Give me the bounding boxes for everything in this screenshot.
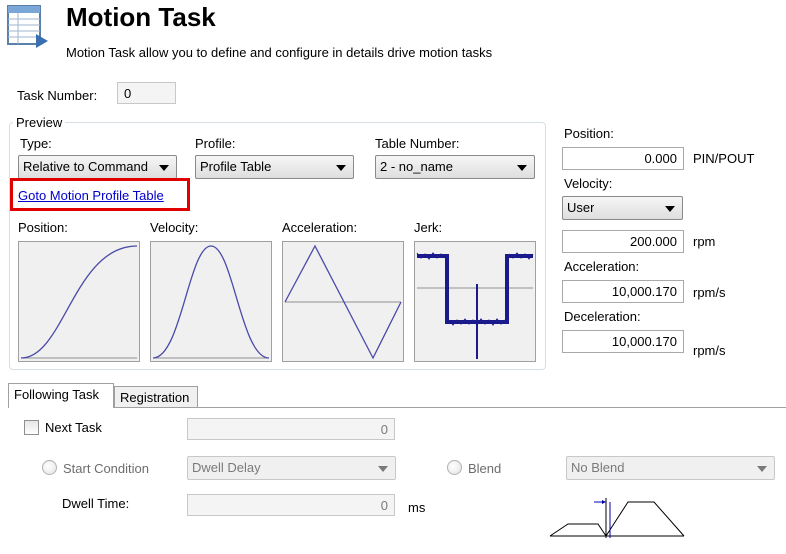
jerk-plot-label: Jerk: [414, 220, 443, 235]
task-number-label: Task Number: [17, 88, 98, 103]
type-dropdown-value: Relative to Command [23, 159, 148, 174]
position-plot [18, 241, 140, 362]
chevron-down-icon [378, 466, 388, 472]
chevron-down-icon [159, 165, 169, 171]
page-title: Motion Task [66, 2, 216, 32]
deceleration-unit: rpm/s [693, 343, 726, 358]
dwell-time-field: 0 [187, 494, 395, 516]
deceleration-input[interactable]: 10,000.170 [562, 330, 684, 353]
next-task-label[interactable]: Next Task [45, 420, 102, 435]
acceleration-unit: rpm/s [693, 285, 726, 300]
next-task-checkbox[interactable] [24, 420, 39, 435]
start-condition-radio[interactable] [42, 460, 57, 475]
start-condition-label[interactable]: Start Condition [63, 461, 149, 476]
tab-strip-line [8, 407, 786, 408]
chevron-down-icon [665, 206, 675, 212]
acceleration-label: Acceleration: [564, 259, 640, 274]
velocity-plot-label: Velocity: [150, 220, 199, 235]
deceleration-label: Deceleration: [564, 309, 641, 324]
dwell-time-label: Dwell Time: [62, 496, 130, 511]
blend-value: No Blend [571, 460, 625, 475]
next-task-field: 0 [187, 418, 395, 440]
task-number-field[interactable]: 0 [117, 82, 176, 104]
preview-group-label: Preview [13, 115, 66, 130]
table-number-label: Table Number: [375, 136, 460, 151]
page-subtitle: Motion Task allow you to define and conf… [66, 45, 493, 60]
profile-dropdown[interactable]: Profile Table [195, 155, 354, 179]
blend-dropdown[interactable]: No Blend [566, 456, 775, 480]
chevron-down-icon [336, 165, 346, 171]
type-label: Type: [20, 136, 52, 151]
tab-registration[interactable]: Registration [114, 386, 198, 407]
table-icon [6, 4, 50, 48]
type-dropdown[interactable]: Relative to Command [18, 155, 177, 179]
velocity-curve [152, 245, 270, 359]
position-label: Position: [564, 126, 614, 141]
chevron-down-icon [517, 165, 527, 171]
jerk-signal [417, 254, 533, 324]
start-condition-dropdown[interactable]: Dwell Delay [187, 456, 396, 480]
blend-radio[interactable] [447, 460, 462, 475]
profile-dropdown-value: Profile Table [200, 159, 272, 174]
dwell-time-unit: ms [408, 500, 426, 515]
tab-following-task[interactable]: Following Task [8, 383, 114, 408]
profile-label: Profile: [195, 136, 236, 151]
velocity-mode-dropdown[interactable]: User [562, 196, 683, 220]
velocity-unit: rpm [693, 234, 716, 249]
position-curve [20, 245, 138, 359]
dwell-profile-diagram [548, 494, 688, 540]
table-number-dropdown-value: 2 - no_name [380, 159, 453, 174]
start-condition-value: Dwell Delay [192, 460, 261, 475]
jerk-plot [414, 241, 536, 362]
velocity-plot [150, 241, 272, 362]
acceleration-plot [282, 241, 404, 362]
acceleration-plot-label: Acceleration: [282, 220, 358, 235]
blend-label[interactable]: Blend [468, 461, 501, 476]
position-plot-label: Position: [18, 220, 68, 235]
position-input[interactable]: 0.000 [562, 147, 684, 170]
table-number-dropdown[interactable]: 2 - no_name [375, 155, 535, 179]
acceleration-input[interactable]: 10,000.170 [562, 280, 684, 303]
goto-motion-profile-table-link[interactable]: Goto Motion Profile Table [18, 188, 164, 203]
velocity-input[interactable]: 200.000 [562, 230, 684, 253]
chevron-down-icon [757, 466, 767, 472]
velocity-mode-value: User [567, 200, 595, 215]
position-unit: PIN/POUT [693, 151, 755, 166]
velocity-label: Velocity: [564, 176, 613, 191]
